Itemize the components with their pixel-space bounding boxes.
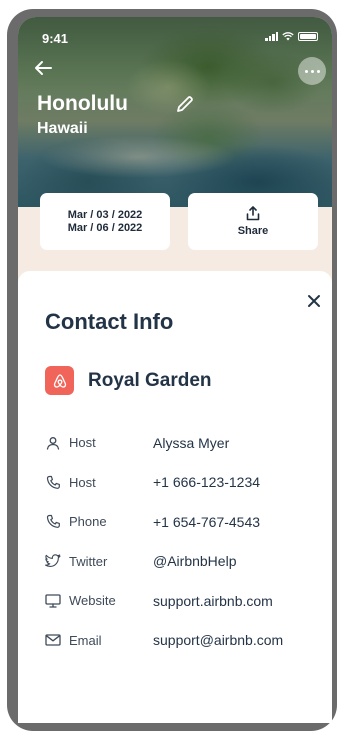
row-value: support@airbnb.com (153, 632, 284, 649)
wifi-icon (282, 32, 294, 41)
date-from: Mar / 03 / 2022 (67, 209, 143, 221)
contact-row-host[interactable]: Host Alyssa Myer (45, 423, 325, 463)
phone-icon (45, 514, 61, 530)
date-to: Mar / 06 / 2022 (67, 222, 143, 234)
contact-info-sheet: Contact Info Royal Garden Host Alyssa My… (18, 271, 332, 723)
row-value: Alyssa Myer (153, 434, 230, 451)
signal-icon (265, 32, 278, 41)
row-value: support.airbnb.com (153, 592, 273, 609)
contact-row-phone[interactable]: Phone +1 654-767-4543 (45, 502, 325, 542)
back-arrow-icon[interactable] (32, 58, 54, 78)
contact-row-website[interactable]: Website support.airbnb.com (45, 581, 325, 621)
edit-pencil-icon[interactable] (175, 94, 195, 114)
contact-row-twitter[interactable]: Twitter @AirbnbHelp (45, 542, 325, 582)
contact-row-email[interactable]: Email support@airbnb.com (45, 621, 325, 661)
status-time: 9:41 (42, 31, 69, 46)
row-label: Host (69, 474, 96, 490)
row-value: +1 666-123-1234 (153, 474, 261, 491)
row-value: +1 654-767-4543 (153, 513, 261, 530)
twitter-icon (45, 553, 61, 569)
trip-dates-card[interactable]: Mar / 03 / 2022 Mar / 06 / 2022 (40, 193, 170, 250)
status-bar: 9:41 (18, 17, 332, 47)
share-icon (246, 206, 260, 221)
place-name: Royal Garden (88, 369, 212, 391)
row-label: Phone (69, 514, 107, 530)
screen: 9:41 Honolulu Hawaii Mar / 03 / 2022 Mar (18, 17, 332, 723)
row-label: Twitter (69, 553, 108, 569)
close-icon[interactable] (306, 293, 322, 309)
phone-icon (45, 474, 61, 490)
region-subtitle: Hawaii (37, 120, 88, 137)
contact-rows: Host Alyssa Myer Host +1 666-123-1234 Ph… (45, 423, 325, 660)
status-icons (265, 32, 318, 41)
place-row: Royal Garden (45, 366, 212, 395)
more-options-button[interactable] (298, 57, 326, 85)
share-label: Share (237, 225, 269, 237)
share-button[interactable]: Share (188, 193, 318, 250)
monitor-icon (45, 593, 61, 609)
city-title: Honolulu (37, 92, 128, 115)
row-label: Website (69, 593, 116, 609)
row-value: @AirbnbHelp (153, 553, 237, 570)
airbnb-logo-icon (45, 366, 74, 395)
row-label: Host (69, 435, 96, 451)
mail-icon (45, 632, 61, 648)
contact-row-host-phone[interactable]: Host +1 666-123-1234 (45, 463, 325, 503)
person-icon (45, 435, 61, 451)
row-label: Email (69, 632, 102, 648)
battery-icon (298, 32, 318, 41)
sheet-title: Contact Info (45, 309, 174, 334)
